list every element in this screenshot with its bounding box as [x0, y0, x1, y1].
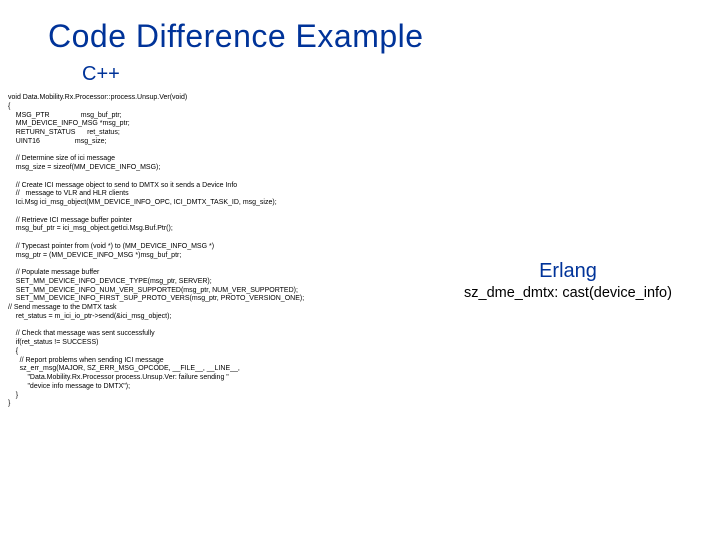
- cpp-heading: C++: [0, 55, 720, 86]
- erlang-code: sz_dme_dmtx: cast(device_info): [428, 285, 708, 301]
- slide-title: Code Difference Example: [0, 0, 720, 55]
- cpp-code-block: void Data.Mobility.Rx.Processor::process…: [0, 86, 460, 409]
- erlang-heading: Erlang: [428, 260, 708, 283]
- erlang-section: Erlang sz_dme_dmtx: cast(device_info): [428, 260, 708, 301]
